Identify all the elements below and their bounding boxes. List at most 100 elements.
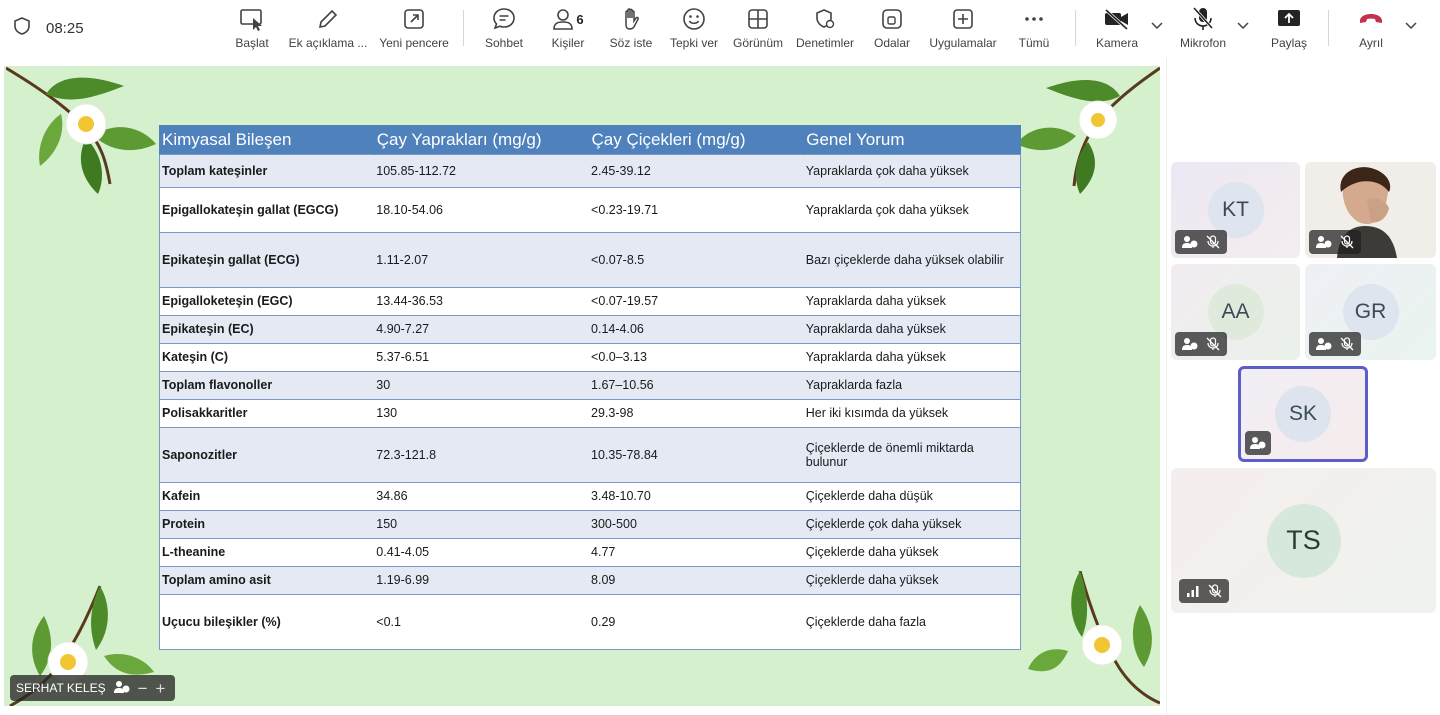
table-cell: Saponozitler bbox=[159, 426, 375, 482]
camera-button[interactable]: Kamera bbox=[1092, 4, 1142, 54]
table-cell: Bazı çiçeklerde daha yüksek olabilir bbox=[803, 231, 1021, 287]
emoji-icon bbox=[683, 8, 705, 30]
table-cell: 4.90-7.27 bbox=[374, 314, 590, 343]
table-cell: 0.41-4.05 bbox=[374, 537, 590, 566]
table-cell: Epigallokateşin gallat (EGCG) bbox=[159, 186, 375, 232]
breakout-rooms-icon bbox=[882, 9, 902, 29]
avatar: SK bbox=[1275, 386, 1331, 442]
participant-tile[interactable]: AA bbox=[1171, 264, 1300, 360]
mic-options-chevron-icon[interactable] bbox=[1236, 18, 1250, 37]
table-cell: 34.86 bbox=[374, 481, 590, 510]
table-row: Kateşin (C) 5.37-6.51 <0.0–3.13 Yaprakla… bbox=[159, 342, 1021, 371]
table-cell: Toplam amino asit bbox=[159, 565, 375, 594]
table-cell: Yapraklarda daha yüksek bbox=[803, 342, 1021, 371]
presenter-name: SERHAT KELEŞ bbox=[16, 681, 106, 695]
tea-flower-decoration-icon bbox=[1016, 66, 1160, 194]
table-cell: Yapraklarda daha yüksek bbox=[803, 286, 1021, 315]
table-cell: Yapraklarda çok daha yüksek bbox=[803, 186, 1021, 232]
people-icon bbox=[553, 9, 574, 30]
self-view-tile[interactable]: TS bbox=[1171, 468, 1436, 613]
avatar: TS bbox=[1266, 503, 1341, 578]
table-cell: Çiçeklerde daha yüksek bbox=[803, 565, 1021, 594]
new-window-button[interactable]: Yeni pencere bbox=[376, 4, 452, 54]
camera-off-icon bbox=[1104, 8, 1129, 31]
meeting-info: 08:25 bbox=[12, 16, 84, 41]
table-cell: <0.0–3.13 bbox=[589, 342, 804, 371]
tile-indicators bbox=[1309, 332, 1361, 356]
leave-button[interactable]: Ayrıl bbox=[1350, 4, 1392, 54]
table-cell: Protein bbox=[159, 509, 375, 538]
table-cell: 105.85-112.72 bbox=[374, 153, 590, 187]
presenter-role-icon bbox=[1316, 338, 1332, 350]
table-cell: 8.09 bbox=[589, 565, 804, 594]
table-cell: <0.07-8.5 bbox=[589, 231, 804, 287]
participant-tile-speaking[interactable]: SK bbox=[1238, 366, 1368, 462]
raise-hand-button[interactable]: Söz iste bbox=[606, 4, 656, 54]
header-flowers: Çay Çiçekleri (mg/g) bbox=[588, 125, 804, 154]
more-options-icon bbox=[1025, 17, 1043, 21]
participant-tile[interactable]: GR bbox=[1305, 264, 1436, 360]
mic-off-icon bbox=[1340, 235, 1354, 249]
react-button[interactable]: Tepki ver bbox=[667, 4, 721, 54]
participant-count: 6 bbox=[576, 11, 584, 27]
table-row: L-theanine 0.41-4.05 4.77 Çiçeklerde dah… bbox=[159, 537, 1021, 566]
zoom-out-button[interactable]: − bbox=[138, 680, 148, 697]
grid-view-icon bbox=[748, 9, 768, 29]
table-row: Toplam amino asit 1.19-6.99 8.09 Çiçekle… bbox=[159, 565, 1021, 594]
table-cell: L-theanine bbox=[159, 537, 375, 566]
tile-indicators bbox=[1175, 332, 1227, 356]
mic-off-icon bbox=[1206, 337, 1220, 351]
mic-button[interactable]: Mikrofon bbox=[1174, 4, 1232, 54]
table-cell: Her iki kısımda da yüksek bbox=[803, 398, 1021, 427]
table-cell: Yapraklarda çok daha yüksek bbox=[803, 153, 1021, 187]
table-cell: Yapraklarda fazla bbox=[803, 370, 1021, 399]
mic-off-icon bbox=[1192, 6, 1214, 30]
chat-button[interactable]: Sohbet bbox=[480, 4, 528, 54]
participant-video-tile[interactable] bbox=[1305, 162, 1436, 258]
participant-tile[interactable]: KT bbox=[1171, 162, 1300, 258]
controls-button[interactable]: Denetimler bbox=[793, 4, 857, 54]
leave-options-chevron-icon[interactable] bbox=[1404, 18, 1418, 37]
table-cell: 150 bbox=[374, 509, 590, 538]
table-cell: <0.1 bbox=[374, 593, 590, 650]
toolbar-divider bbox=[463, 10, 464, 46]
view-button[interactable]: Görünüm bbox=[730, 4, 786, 54]
table-cell: Epigalloketeşin (EGC) bbox=[159, 286, 375, 315]
people-button[interactable]: 6 Kişiler bbox=[544, 4, 592, 54]
meeting-timer: 08:25 bbox=[46, 20, 84, 37]
table-cell: 18.10-54.06 bbox=[374, 186, 590, 232]
whiteboard-pointer-icon bbox=[240, 9, 262, 31]
rooms-button[interactable]: Odalar bbox=[870, 4, 914, 54]
table-header-row: Kimyasal Bileşen Çay Yaprakları (mg/g) Ç… bbox=[159, 125, 1021, 154]
table-cell: Çiçeklerde daha yüksek bbox=[803, 537, 1021, 566]
table-row: Uçucu bileşikler (%) <0.1 0.29 Çiçeklerd… bbox=[159, 593, 1021, 650]
table-cell: 4.77 bbox=[589, 537, 804, 566]
table-cell: Çiçeklerde daha düşük bbox=[803, 481, 1021, 510]
camera-options-chevron-icon[interactable] bbox=[1150, 18, 1164, 37]
table-cell: 1.11-2.07 bbox=[374, 231, 590, 287]
apps-button[interactable]: Uygulamalar bbox=[926, 4, 1000, 54]
share-screen-icon bbox=[1278, 10, 1300, 26]
more-button[interactable]: Tümü bbox=[1014, 4, 1054, 54]
signal-strength-icon bbox=[1187, 586, 1199, 597]
table-cell: 5.37-6.51 bbox=[374, 342, 590, 371]
table-row: Epigalloketeşin (EGC) 13.44-36.53 <0.07-… bbox=[159, 286, 1021, 315]
annotate-button[interactable]: Ek açıklama ... bbox=[286, 4, 370, 54]
shield-icon[interactable] bbox=[12, 16, 32, 41]
toolbar-divider bbox=[1328, 10, 1329, 46]
shared-content-stage: Kimyasal Bileşen Çay Yaprakları (mg/g) Ç… bbox=[0, 58, 1166, 715]
header-comment: Genel Yorum bbox=[803, 125, 1021, 154]
table-row: Protein 150 300-500 Çiçeklerde çok daha … bbox=[159, 509, 1021, 538]
table-cell: 130 bbox=[374, 398, 590, 427]
zoom-in-button[interactable]: + bbox=[156, 680, 166, 697]
table-cell: Çiçeklerde de önemli miktarda bulunur bbox=[803, 426, 1021, 482]
table-cell: <0.07-19.57 bbox=[589, 286, 804, 315]
table-cell: 300-500 bbox=[589, 509, 804, 538]
table-cell: 0.29 bbox=[589, 593, 804, 650]
table-cell: 10.35-78.84 bbox=[589, 426, 804, 482]
presenter-role-icon bbox=[1182, 236, 1198, 248]
tea-compounds-table: Kimyasal Bileşen Çay Yaprakları (mg/g) Ç… bbox=[159, 125, 1021, 650]
start-button[interactable]: Başlat bbox=[230, 4, 274, 54]
share-button[interactable]: Paylaş bbox=[1266, 4, 1312, 54]
shield-settings-icon bbox=[816, 9, 835, 29]
